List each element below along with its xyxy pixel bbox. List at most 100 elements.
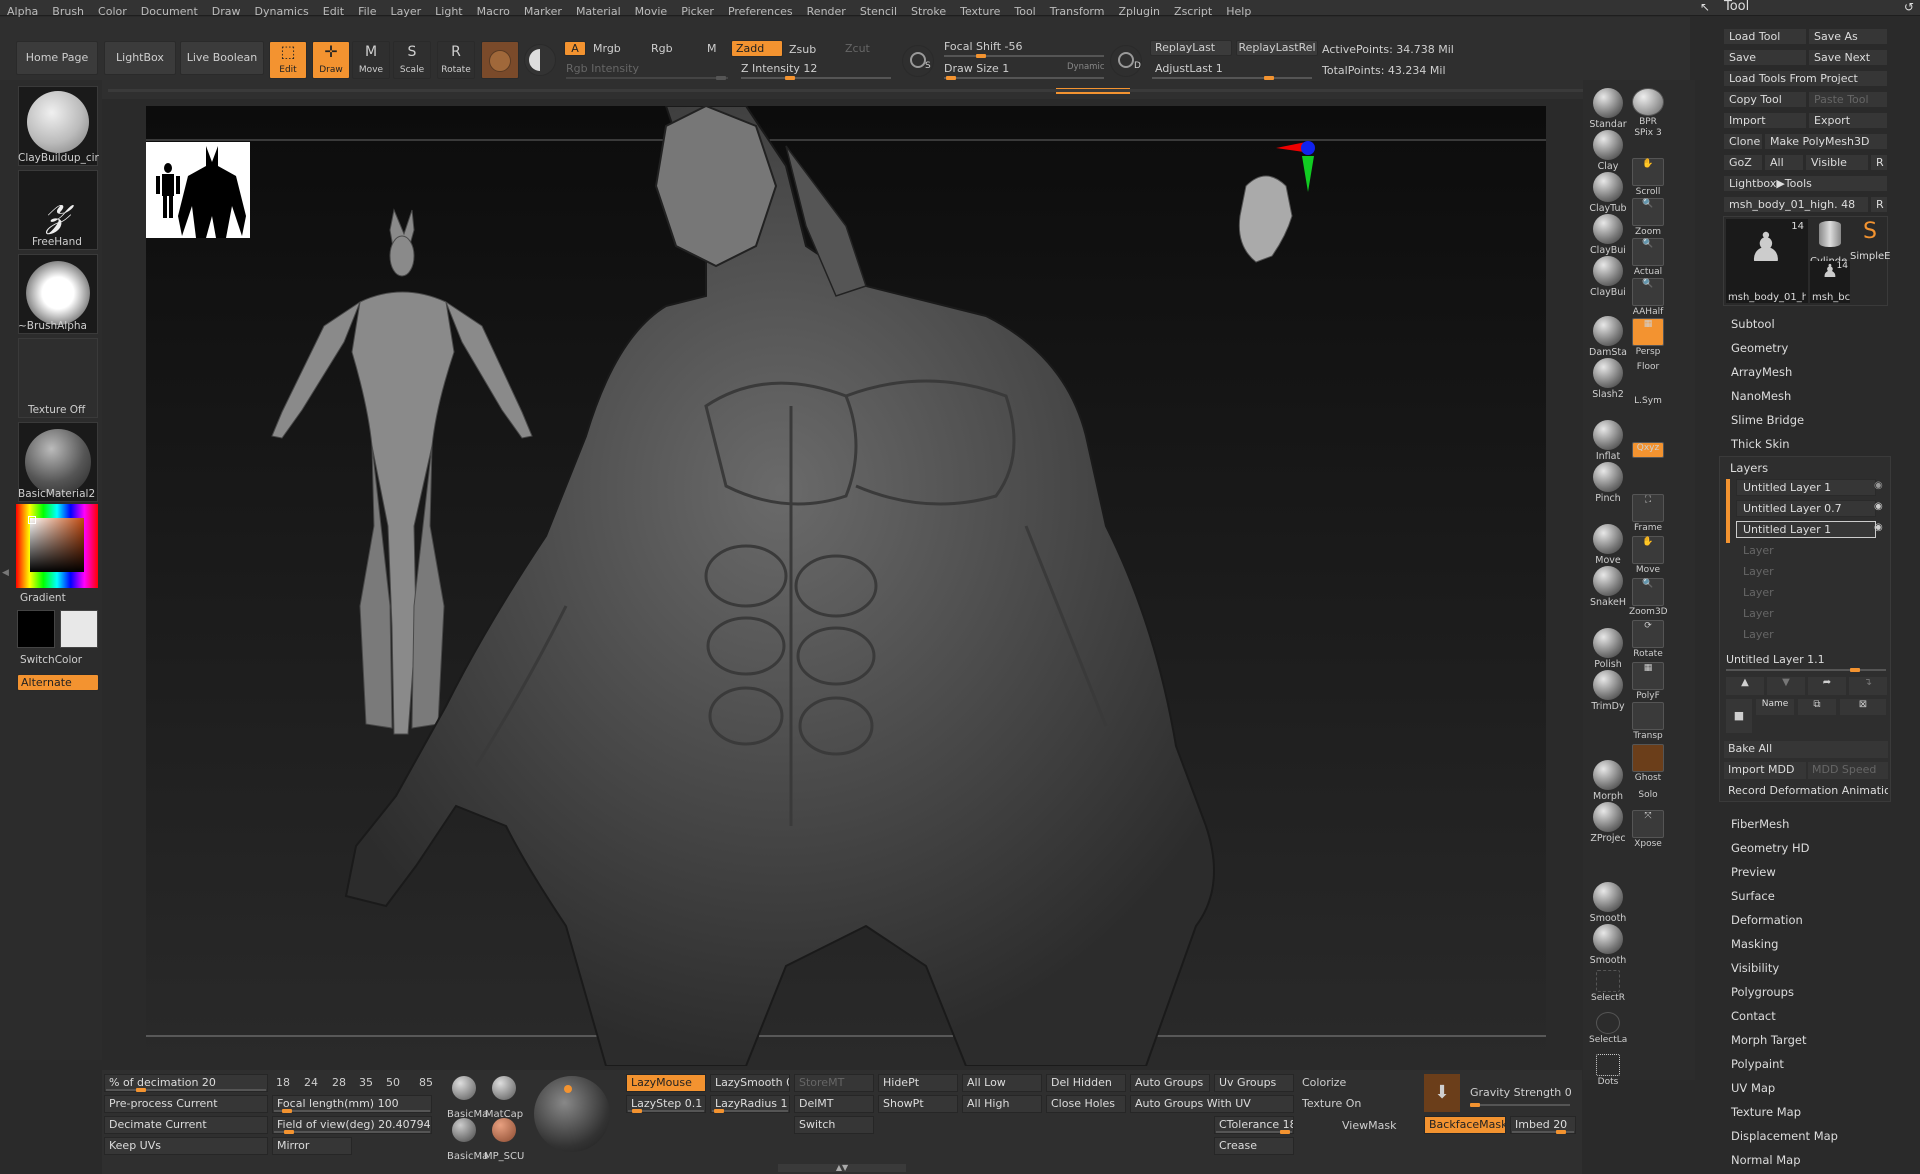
layer-item[interactable]: Untitled Layer 0.7 xyxy=(1736,500,1876,517)
layer-back-button[interactable]: ↴ xyxy=(1849,677,1887,695)
material-preview-button[interactable] xyxy=(481,41,519,79)
a-toggle[interactable]: A xyxy=(564,41,586,56)
geometry-hd-section[interactable]: Geometry HD xyxy=(1731,841,1810,855)
spix-slider[interactable]: SPix 3 xyxy=(1629,128,1667,138)
nanomesh-section[interactable]: NanoMesh xyxy=(1731,389,1791,403)
material-basic-1[interactable]: BasicMa xyxy=(447,1074,488,1120)
material-mp-sculpt[interactable]: MP_SCU xyxy=(484,1116,524,1162)
layers-scrollbar[interactable] xyxy=(1726,479,1730,543)
live-boolean-button[interactable]: Live Boolean xyxy=(180,41,264,75)
brush-morph[interactable]: Morph xyxy=(1589,760,1627,802)
backface-mask-toggle[interactable]: BackfaceMask xyxy=(1424,1116,1506,1134)
geometry-section[interactable]: Geometry xyxy=(1731,341,1788,355)
color-picker[interactable] xyxy=(16,504,98,588)
aahalf-button[interactable]: 🔍 AAHalf xyxy=(1629,278,1667,317)
brush-claybuildup-1[interactable]: ClayBui xyxy=(1589,214,1627,256)
tool-thumb-mesh-body[interactable]: ♟ 14 msh_body_01_h xyxy=(1726,219,1808,303)
xpose-button[interactable]: ⤧ Xpose xyxy=(1629,810,1667,849)
masking-section[interactable]: Masking xyxy=(1731,937,1778,951)
record-deformation-button[interactable]: Record Deformation Animation xyxy=(1724,783,1888,800)
preset-28[interactable]: 28 xyxy=(332,1076,346,1089)
reset-icon[interactable]: ↺ xyxy=(1904,0,1914,14)
layers-title[interactable]: Layers xyxy=(1730,461,1768,475)
tool-thumb-cylinder[interactable]: Cylinde xyxy=(1810,219,1850,267)
pin-icon[interactable]: ↖ xyxy=(1700,0,1710,14)
tool-thumb-mesh-body-2[interactable]: ♟ 14 msh_bc xyxy=(1810,261,1850,303)
visibility-section[interactable]: Visibility xyxy=(1731,961,1779,975)
canvas-viewport[interactable] xyxy=(146,104,1546,1067)
layer-slot[interactable]: Layer xyxy=(1736,563,1876,580)
surface-section[interactable]: Surface xyxy=(1731,889,1775,903)
close-holes-button[interactable]: Close Holes xyxy=(1046,1095,1126,1113)
brush-zproject[interactable]: ZProjec xyxy=(1589,802,1627,844)
brush-snakehook[interactable]: SnakeH xyxy=(1589,566,1627,608)
arraymesh-section[interactable]: ArrayMesh xyxy=(1731,365,1792,379)
auto-groups-with-uv-button[interactable]: Auto Groups With UV xyxy=(1130,1095,1294,1113)
brush-polish[interactable]: Polish xyxy=(1589,628,1627,670)
save-button[interactable]: Save xyxy=(1723,49,1807,66)
actual-button[interactable]: 🔍 Actual xyxy=(1629,238,1667,277)
rotate-button[interactable]: R Rotate xyxy=(437,41,475,79)
floor-button[interactable]: Floor xyxy=(1629,362,1667,372)
brush-claytubes[interactable]: ClayTub xyxy=(1589,172,1627,214)
switch-color-button[interactable]: SwitchColor xyxy=(20,654,104,666)
brush-trimdynamic[interactable]: TrimDy xyxy=(1589,670,1627,712)
make-polymesh3d-button[interactable]: Make PolyMesh3D xyxy=(1764,133,1888,150)
move-view-button[interactable]: ✋ Move xyxy=(1629,536,1667,575)
fibermesh-section[interactable]: FiberMesh xyxy=(1731,817,1789,831)
layer-delete-icon[interactable]: ⊠ xyxy=(1840,699,1886,715)
lazysmooth-slider[interactable]: LazySmooth 0 xyxy=(710,1074,790,1092)
subtool-section[interactable]: Subtool xyxy=(1731,317,1775,331)
contact-section[interactable]: Contact xyxy=(1731,1009,1776,1023)
brush-inflate[interactable]: Inflat xyxy=(1589,420,1627,462)
crease-button[interactable]: Crease xyxy=(1214,1137,1294,1155)
material-matcap[interactable]: MatCap xyxy=(484,1074,524,1120)
brush-slash2[interactable]: Slash2 xyxy=(1589,358,1627,400)
slime-bridge-section[interactable]: Slime Bridge xyxy=(1731,413,1804,427)
layer-strength-slider[interactable]: Untitled Layer 1.1 xyxy=(1726,653,1825,666)
texture-map-section[interactable]: Texture Map xyxy=(1731,1105,1801,1119)
displacement-map-section[interactable]: Displacement Map xyxy=(1731,1129,1838,1143)
keep-uvs-toggle[interactable]: Keep UVs xyxy=(104,1137,268,1155)
zadd-toggle[interactable]: Zadd xyxy=(731,40,783,57)
brush-clay[interactable]: Clay xyxy=(1589,130,1627,172)
preset-24[interactable]: 24 xyxy=(304,1076,318,1089)
deformation-section[interactable]: Deformation xyxy=(1731,913,1803,927)
home-page-button[interactable]: Home Page xyxy=(16,41,98,75)
m-toggle[interactable]: M xyxy=(707,42,717,55)
clone-button[interactable]: Clone xyxy=(1723,133,1763,150)
import-button[interactable]: Import xyxy=(1723,112,1807,129)
layer-name-button[interactable]: Name xyxy=(1756,699,1794,715)
draw-button[interactable]: ✛ Draw xyxy=(312,41,350,79)
showpt-button[interactable]: ShowPt xyxy=(878,1095,958,1113)
del-hidden-button[interactable]: Del Hidden xyxy=(1046,1074,1126,1092)
storemt-button[interactable]: StoreMT xyxy=(794,1074,874,1092)
current-tool-slider[interactable]: msh_body_01_high. 48 xyxy=(1723,196,1869,213)
edit-button[interactable]: ⬚ Edit xyxy=(269,41,307,79)
preview-section[interactable]: Preview xyxy=(1731,865,1776,879)
z-intensity-slider[interactable] xyxy=(741,76,891,80)
zsub-toggle[interactable]: Zsub xyxy=(789,43,816,56)
zoom-button[interactable]: 🔍 Zoom xyxy=(1629,198,1667,237)
replay-last-button[interactable]: ReplayLast xyxy=(1150,40,1232,56)
layer-duplicate-icon[interactable]: ⧉ xyxy=(1798,699,1836,715)
preset-85[interactable]: 85 xyxy=(419,1076,433,1089)
uv-groups-button[interactable]: Uv Groups xyxy=(1214,1074,1294,1092)
select-lasso-tool[interactable]: SelectLa xyxy=(1589,1012,1627,1045)
layer-item-selected[interactable]: Untitled Layer 1 xyxy=(1736,521,1876,538)
eye-icon[interactable]: ◉ xyxy=(1874,501,1883,512)
colorize-toggle[interactable]: Colorize xyxy=(1302,1076,1346,1089)
rgb-intensity-slider-label[interactable]: Rgb Intensity xyxy=(566,62,639,75)
layer-forward-button[interactable]: ➦ xyxy=(1808,677,1846,695)
focal-shift-slider[interactable] xyxy=(944,54,1104,58)
zcut-toggle[interactable]: Zcut xyxy=(845,42,870,55)
lazymouse-toggle[interactable]: LazyMouse xyxy=(626,1074,706,1092)
load-tools-from-project-button[interactable]: Load Tools From Project xyxy=(1723,70,1888,87)
layer-slot[interactable]: Layer xyxy=(1736,605,1876,622)
normal-map-section[interactable]: Normal Map xyxy=(1731,1153,1801,1167)
lightbox-tools-button[interactable]: Lightbox▶Tools xyxy=(1723,175,1888,192)
select-rect-tool[interactable]: SelectR xyxy=(1589,970,1627,1003)
rotate-view-button[interactable]: ⟳ Rotate xyxy=(1629,620,1667,659)
dynamic-size-toggle[interactable]: Dynamic xyxy=(1067,62,1105,72)
persp-button[interactable]: ▦ Persp xyxy=(1629,318,1667,357)
